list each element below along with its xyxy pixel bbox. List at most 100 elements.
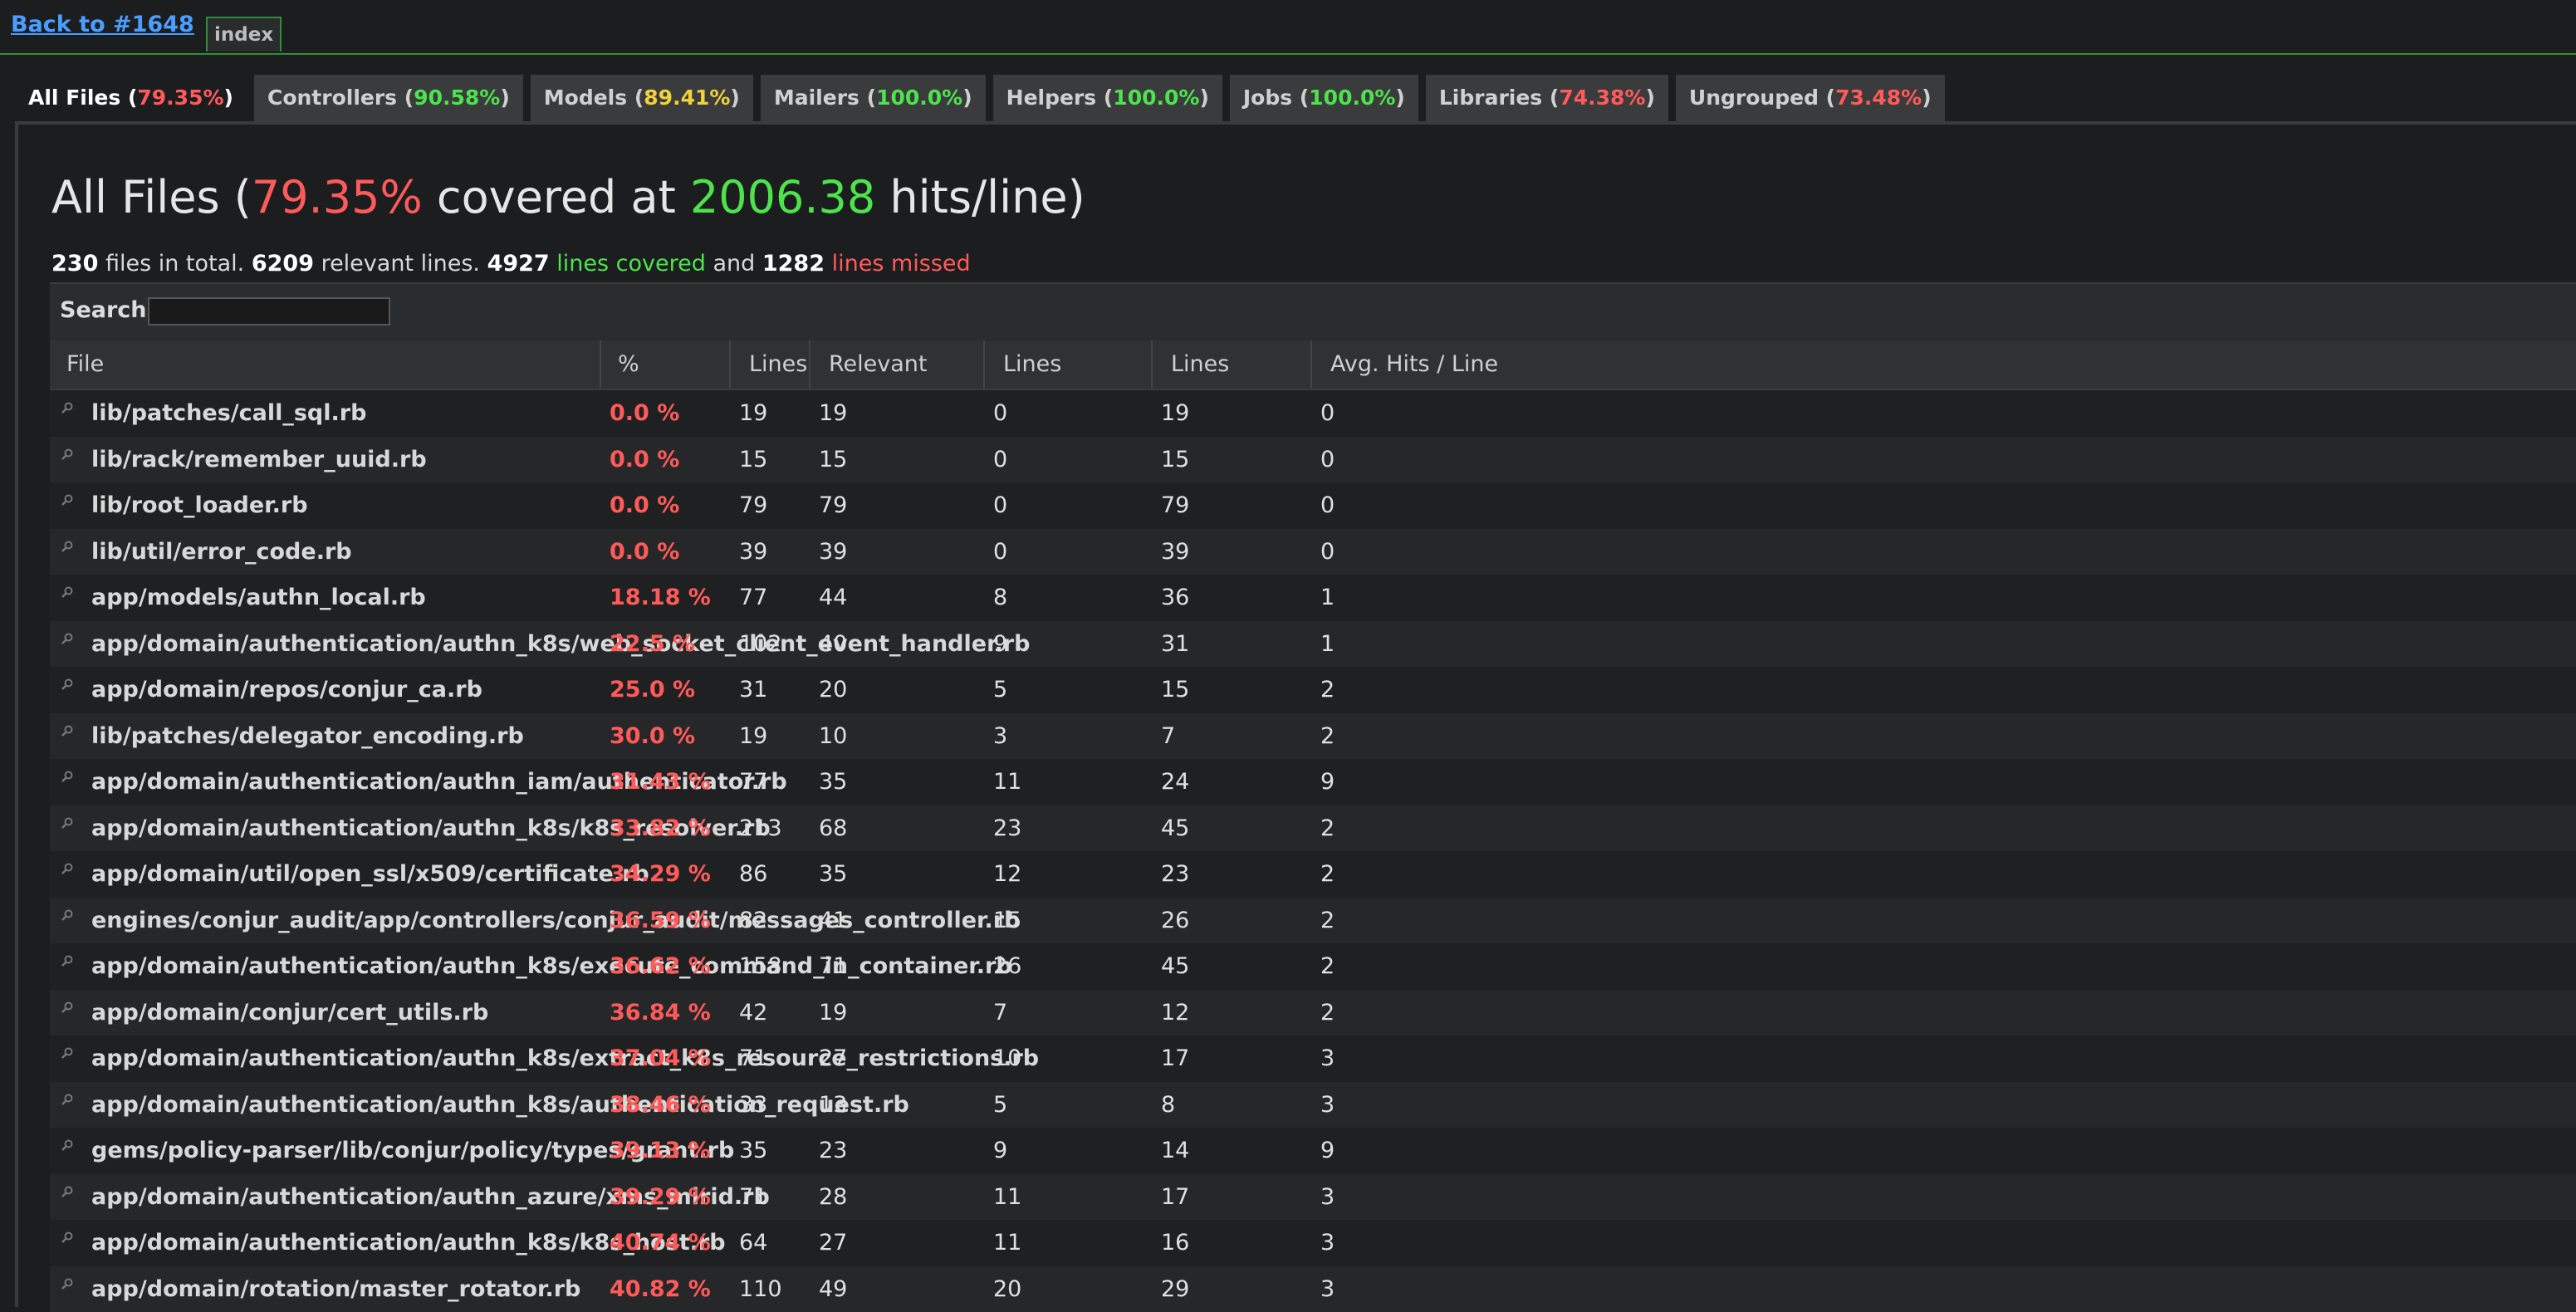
relevant-lines-count: 35	[819, 759, 847, 805]
tab-label: Libraries	[1439, 86, 1542, 110]
magnifier-icon[interactable]	[61, 909, 73, 921]
relevant-lines-count: 19	[819, 990, 847, 1036]
file-name[interactable]: lib/patches/call_sql.rb	[91, 390, 366, 437]
lines-count: 71	[739, 1174, 767, 1221]
tab-all-files[interactable]: All Files (79.35%)	[15, 75, 247, 121]
coverage-pct: 18.18 %	[610, 575, 711, 621]
search-input[interactable]	[148, 297, 390, 326]
lines-missed-count: 7	[1161, 713, 1175, 760]
column-header-file[interactable]: File	[50, 340, 601, 389]
tab-paren-close: )	[1199, 86, 1208, 110]
magnifier-icon[interactable]	[61, 448, 73, 460]
tab-label: Mailers	[774, 86, 859, 110]
tab-coverage-pct: 73.48%	[1835, 86, 1922, 110]
file-name[interactable]: app/domain/authentication/authn_k8s/web_…	[91, 621, 1030, 668]
magnifier-icon[interactable]	[61, 541, 73, 552]
file-name[interactable]: lib/root_loader.rb	[91, 482, 308, 529]
magnifier-icon[interactable]	[61, 1278, 73, 1290]
column-header-lines-missed[interactable]: Lines missed	[1153, 340, 1312, 389]
tab-paren-open: (	[1096, 86, 1113, 110]
magnifier-icon[interactable]	[61, 1001, 73, 1013]
tab-ungrouped[interactable]: Ungrouped (73.48%)	[1676, 75, 1945, 121]
avg-hits: 0	[1320, 437, 1335, 483]
table-row: app/domain/authentication/authn_azure/xm…	[50, 1174, 2576, 1221]
relevant-lines-count: 39	[819, 529, 847, 575]
avg-hits: 1	[1320, 575, 1335, 621]
relevant-lines-count: 10	[819, 713, 847, 760]
lines-covered-count: 15	[993, 898, 1021, 944]
covered-text: lines covered	[550, 251, 706, 277]
column-header-avg-hits[interactable]: Avg. Hits / Line	[1312, 340, 2576, 389]
lines-count: 19	[739, 390, 767, 437]
magnifier-icon[interactable]	[61, 494, 73, 506]
magnifier-icon[interactable]	[61, 1186, 73, 1197]
tab-models[interactable]: Models (89.41%)	[531, 75, 753, 121]
lines-missed-count: 12	[1161, 990, 1189, 1036]
lines-missed-count: 19	[1161, 390, 1189, 437]
magnifier-icon[interactable]	[61, 1094, 73, 1105]
title-suffix: hits/line)	[875, 171, 1085, 223]
magnifier-icon[interactable]	[61, 678, 73, 690]
lines-missed-count: 15	[1161, 667, 1189, 713]
magnifier-icon[interactable]	[61, 863, 73, 874]
magnifier-icon[interactable]	[61, 586, 73, 598]
tab-label: Helpers	[1006, 86, 1097, 110]
magnifier-icon[interactable]	[61, 1047, 73, 1059]
avg-hits: 2	[1320, 990, 1335, 1036]
missed-count: 1282	[762, 251, 825, 277]
magnifier-icon[interactable]	[61, 817, 73, 829]
tab-helpers[interactable]: Helpers (100.0%)	[993, 75, 1222, 121]
magnifier-icon[interactable]	[61, 955, 73, 967]
avg-hits: 9	[1320, 1128, 1335, 1174]
relevant-lines-count: 79	[819, 482, 847, 529]
tab-label: Models	[544, 86, 627, 110]
avg-hits: 3	[1320, 1035, 1335, 1082]
magnifier-icon[interactable]	[61, 1231, 73, 1243]
magnifier-icon[interactable]	[61, 725, 73, 737]
lines-missed-count: 15	[1161, 437, 1189, 483]
file-name[interactable]: lib/rack/remember_uuid.rb	[91, 437, 427, 483]
relevant-lines-count: 49	[819, 1266, 847, 1312]
avg-hits: 2	[1320, 713, 1335, 760]
magnifier-icon[interactable]	[61, 771, 73, 782]
lines-missed-count: 31	[1161, 621, 1189, 668]
back-link[interactable]: Back to #1648	[11, 12, 194, 37]
lines-missed-count: 17	[1161, 1174, 1189, 1221]
avg-hits: 2	[1320, 851, 1335, 898]
file-name[interactable]: app/domain/repos/conjur_ca.rb	[91, 667, 482, 713]
file-name[interactable]: app/domain/authentication/authn_k8s/exec…	[91, 943, 1012, 990]
lines-missed-count: 14	[1161, 1128, 1189, 1174]
table-row: lib/rack/remember_uuid.rb0.0 %15150150	[50, 437, 2576, 483]
tab-mailers[interactable]: Mailers (100.0%)	[761, 75, 986, 121]
file-name[interactable]: engines/conjur_audit/app/controllers/con…	[91, 898, 1020, 944]
file-name[interactable]: app/domain/util/open_ssl/x509/certificat…	[91, 851, 649, 898]
tab-paren-open: (	[1292, 86, 1309, 110]
magnifier-icon[interactable]	[61, 633, 73, 644]
file-name[interactable]: app/models/authn_local.rb	[91, 575, 426, 621]
tab-jobs[interactable]: Jobs (100.0%)	[1230, 75, 1418, 121]
column-header-relevant-lines[interactable]: Relevant Lines	[811, 340, 985, 389]
table-row: app/domain/authentication/authn_iam/auth…	[50, 759, 2576, 805]
tab-controllers[interactable]: Controllers (90.58%)	[254, 75, 523, 121]
relevant-lines-count: 71	[819, 943, 847, 990]
tab-paren-close: )	[730, 86, 739, 110]
tab-libraries[interactable]: Libraries (74.38%)	[1426, 75, 1668, 121]
lines-count: 35	[739, 1128, 767, 1174]
file-name[interactable]: app/domain/authentication/authn_k8s/auth…	[91, 1082, 909, 1128]
file-name[interactable]: app/domain/authentication/authn_k8s/extr…	[91, 1035, 1039, 1082]
title-prefix: All Files (	[51, 171, 252, 223]
lines-covered-count: 20	[993, 1266, 1021, 1312]
file-name[interactable]: app/domain/rotation/master_rotator.rb	[91, 1266, 580, 1312]
file-name[interactable]: lib/patches/delegator_encoding.rb	[91, 713, 524, 760]
column-header-lines[interactable]: Lines	[731, 340, 811, 389]
index-tab[interactable]: index	[206, 17, 282, 51]
column-header-pct-covered[interactable]: % covered	[601, 340, 731, 389]
file-name[interactable]: app/domain/conjur/cert_utils.rb	[91, 990, 488, 1036]
file-name[interactable]: lib/util/error_code.rb	[91, 529, 352, 575]
magnifier-icon[interactable]	[61, 1139, 73, 1151]
column-header-lines-covered[interactable]: Lines covered	[985, 340, 1153, 389]
magnifier-icon[interactable]	[61, 402, 73, 414]
coverage-pct: 40.82 %	[610, 1266, 711, 1312]
relevant-count: 6209	[252, 251, 314, 277]
lines-covered-count: 7	[993, 990, 1007, 1036]
